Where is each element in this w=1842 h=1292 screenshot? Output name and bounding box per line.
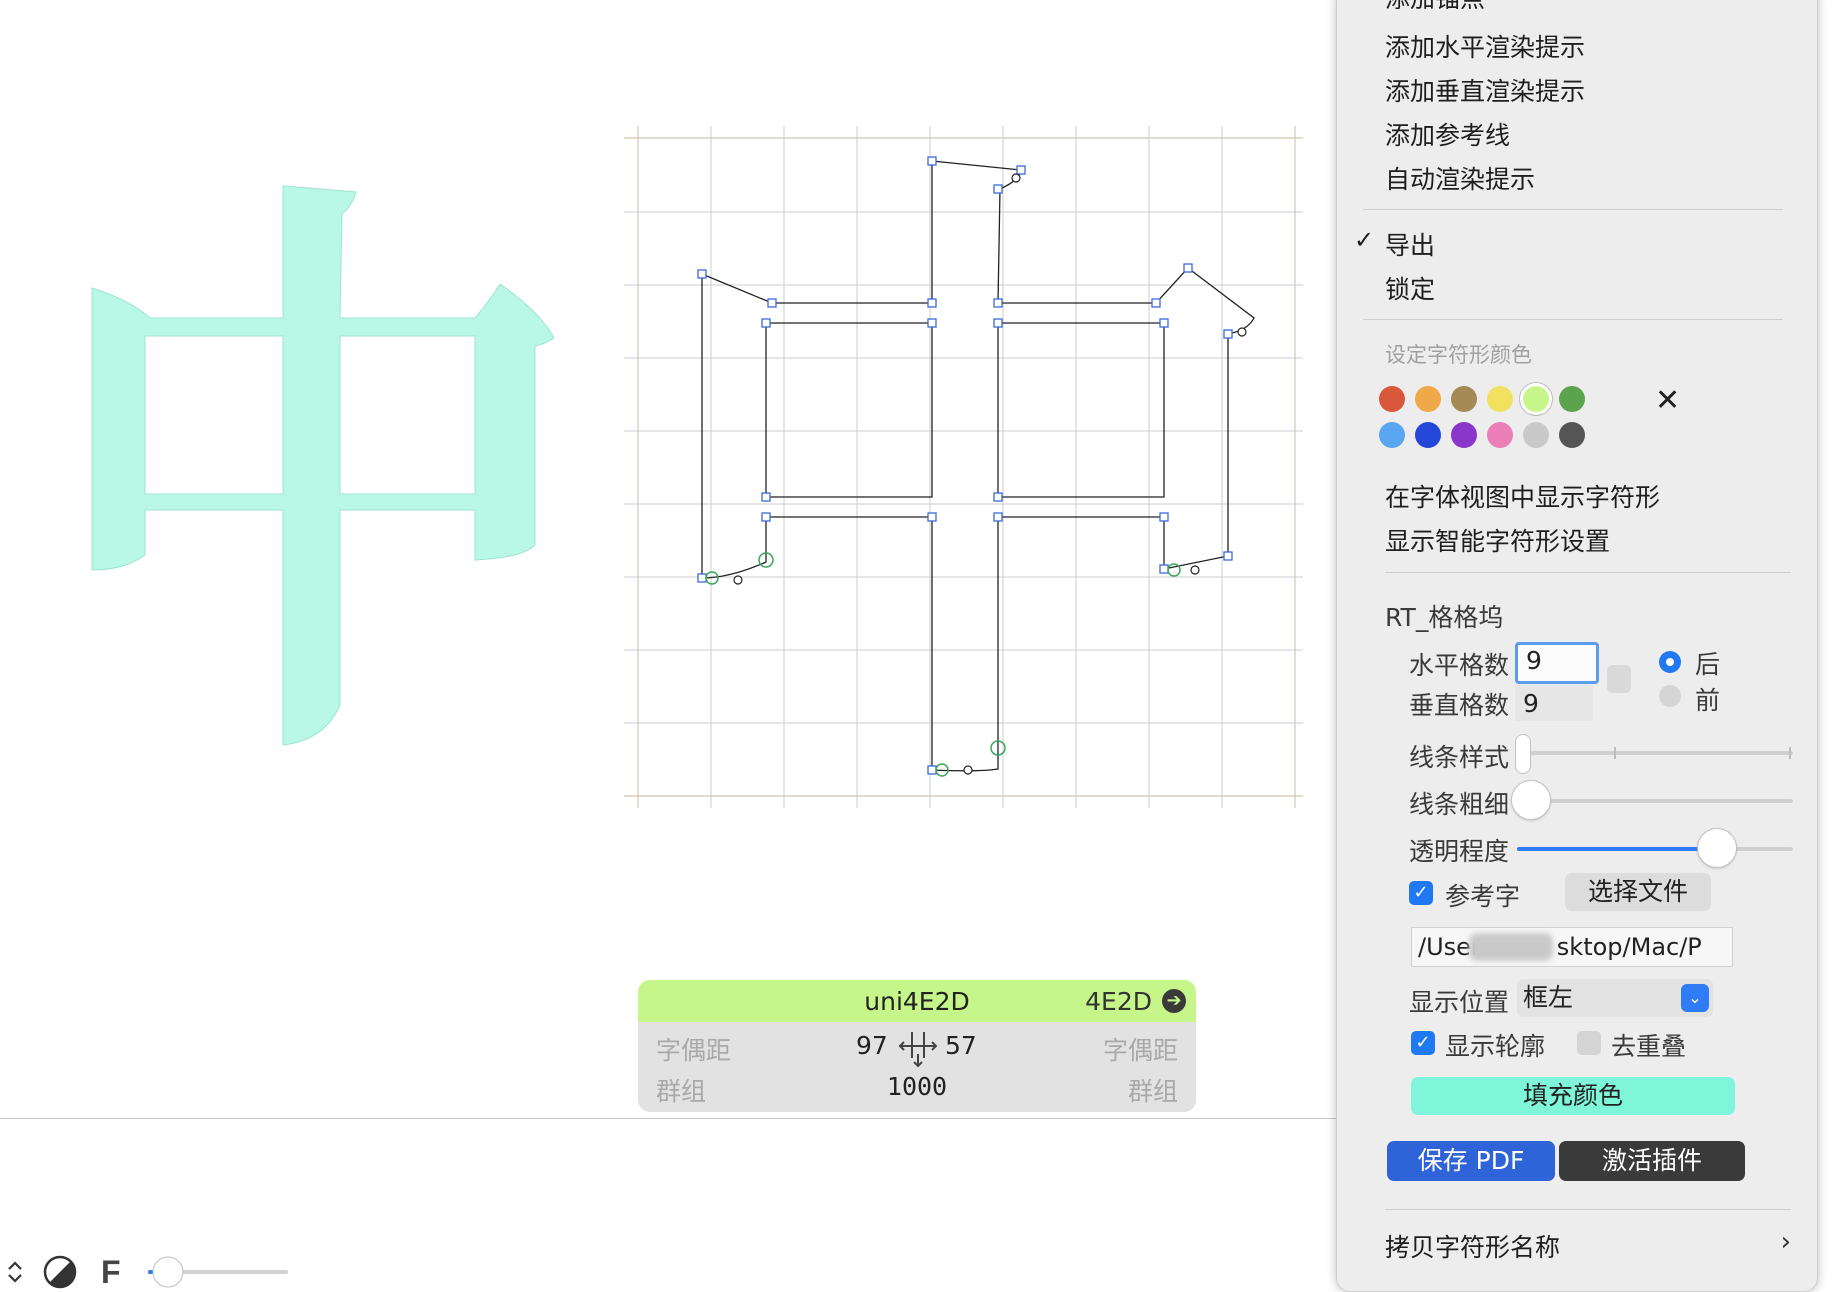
menu-item-copy-glyph-name[interactable]: 拷贝字符形名称 [1385,1228,1560,1264]
color-swatch[interactable] [1451,422,1477,448]
v-cells-label: 垂直格数 [1409,691,1510,720]
color-swatch[interactable] [1523,422,1549,448]
color-swatch[interactable] [1559,422,1585,448]
menu-item-add-anchor[interactable]: 添加锚点 [1385,0,1485,9]
line-style-label: 线条样式 [1409,743,1510,772]
menu-item-show-in-font-view[interactable]: 在字体视图中显示字符形 [1385,478,1660,514]
plugin-title: RT_格格坞 [1385,603,1504,632]
color-swatch[interactable] [1451,386,1477,412]
menu-item-add-guide[interactable]: 添加参考线 [1385,116,1510,152]
show-outline-label: 显示轮廓 [1445,1032,1546,1061]
left-sidebearing[interactable]: 97 [856,1031,888,1060]
chevron-down-icon: ⌄ [1681,984,1709,1012]
slider-tick [1789,747,1791,759]
color-swatch[interactable] [1415,386,1441,412]
menu-item-add-v-hint[interactable]: 添加垂直渲染提示 [1385,72,1585,108]
show-outline-checkbox[interactable]: ✓ [1411,1031,1435,1055]
glyph-metrics: 字偶距 字偶距 群组 群组 97 57 1000 [638,1022,1196,1112]
menu-item-auto-hint[interactable]: 自动渲染提示 [1385,160,1535,196]
contrast-icon[interactable] [43,1255,77,1289]
position-select[interactable]: 框左 ⌄ [1517,979,1713,1017]
redacted-path [1469,933,1553,961]
bottom-toolbar: F [8,1254,288,1290]
grid-lines [624,126,1303,808]
menu-item-export[interactable]: 导出 [1385,226,1435,262]
color-swatch[interactable] [1523,386,1549,412]
position-value: 框左 [1523,983,1574,1012]
h-cells-label: 水平格数 [1409,651,1510,680]
position-label: 显示位置 [1409,988,1510,1017]
file-path-tail: sktop/Mac/P [1556,933,1702,961]
left-kerning-label: 字偶距 [656,1036,732,1065]
updown-arrows-icon[interactable] [8,1261,22,1283]
outline-nodes[interactable] [697,156,1233,775]
slider-tick [1614,747,1616,759]
glyph-outline[interactable] [701,160,1255,772]
color-swatch[interactable] [1559,386,1585,412]
menu-separator [1385,1209,1791,1210]
remove-overlap-checkbox[interactable] [1577,1031,1601,1055]
opacity-label: 透明程度 [1409,837,1510,866]
ref-char-label: 参考字 [1445,882,1521,911]
edit-grid[interactable] [0,0,1336,820]
menu-item-lock[interactable]: 锁定 [1385,270,1435,306]
color-swatch[interactable] [1379,422,1405,448]
checkmark-icon: ✓ [1354,226,1375,254]
outline-start-nodes[interactable] [705,552,1181,777]
menu-separator [1363,319,1783,320]
line-width-slider[interactable] [1521,799,1793,803]
right-sidebearing[interactable]: 57 [945,1031,977,1060]
glyph-info-box[interactable]: uni4E2D 4E2D ➔ 字偶距 字偶距 群组 群组 97 57 1000 [638,980,1196,1112]
menu-item-smart-settings[interactable]: 显示智能字符形设置 [1385,522,1610,558]
opacity-slider-fill [1517,847,1716,851]
glyph-width[interactable]: 1000 [638,1072,1196,1101]
context-menu[interactable]: 添加锚点 添加水平渲染提示 添加垂直渲染提示 添加参考线 自动渲染提示 ✓ 导出… [1336,0,1818,1292]
color-swatch[interactable] [1487,386,1513,412]
v-cells-input[interactable]: 9 [1515,685,1593,721]
zoom-slider-knob[interactable] [152,1256,184,1288]
font-toggle[interactable]: F [101,1254,121,1290]
color-swatch[interactable] [1487,422,1513,448]
arrow-right-circle-icon[interactable]: ➔ [1162,989,1186,1013]
line-style-knob[interactable] [1515,734,1531,774]
canvas-divider [0,1118,1340,1119]
opacity-knob[interactable] [1696,828,1737,868]
menu-separator [1363,209,1783,210]
file-path-field[interactable]: /User sktop/Mac/P [1411,927,1733,967]
chevron-right-icon: › [1780,1227,1791,1257]
glyph-unicode[interactable]: 4E2D [1085,987,1152,1016]
save-pdf-button[interactable]: 保存 PDF [1387,1141,1555,1181]
line-width-knob[interactable] [1511,780,1551,820]
radio-front-label: 前 [1695,686,1721,715]
color-swatch[interactable] [1379,386,1405,412]
color-heading: 设定字符形颜色 [1385,343,1532,367]
width-link-icon[interactable] [896,1028,940,1068]
menu-item-add-h-hint[interactable]: 添加水平渲染提示 [1385,28,1585,64]
radio-front[interactable] [1659,685,1681,707]
glyph-info-header: uni4E2D 4E2D ➔ [638,980,1196,1022]
cells-stepper[interactable] [1607,665,1631,693]
fill-color-button[interactable]: 填充颜色 [1411,1077,1735,1115]
line-width-label: 线条粗细 [1409,790,1510,819]
radio-back[interactable] [1659,651,1681,673]
line-style-slider[interactable] [1521,751,1793,755]
activate-plugin-button[interactable]: 激活插件 [1559,1141,1745,1181]
remove-overlap-label: 去重叠 [1611,1032,1687,1061]
menu-separator [1385,572,1791,573]
clear-color-icon[interactable]: ✕ [1655,383,1680,418]
metric-lines [624,126,1303,808]
choose-file-button[interactable]: 选择文件 [1565,873,1711,911]
h-cells-input[interactable]: 9 [1515,642,1599,684]
control-points[interactable] [733,173,1247,775]
radio-back-label: 后 [1695,650,1721,679]
right-kerning-label: 字偶距 [1102,1036,1178,1065]
ref-char-checkbox[interactable]: ✓ [1409,881,1433,905]
color-swatch[interactable] [1415,422,1441,448]
